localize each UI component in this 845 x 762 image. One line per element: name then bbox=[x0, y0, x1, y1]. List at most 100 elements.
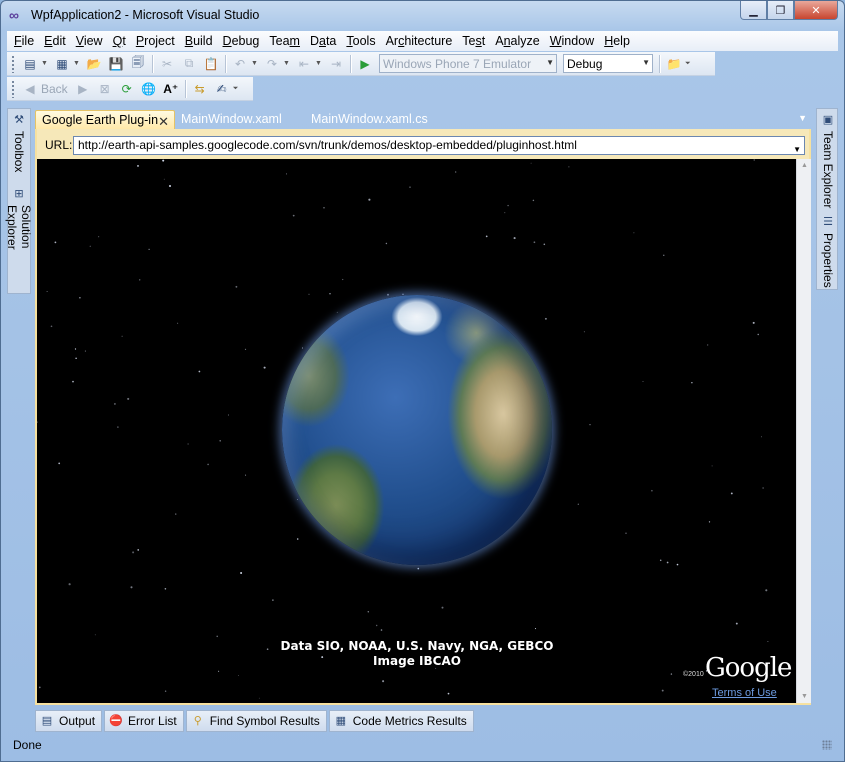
left-dock-rail: ⚒ Toolbox ⊞ Solution Explorer bbox=[5, 108, 33, 295]
menu-build[interactable]: Build bbox=[180, 31, 218, 51]
find-symbol-icon: ⚲ bbox=[193, 715, 202, 727]
google-earth-viewer[interactable]: Data SIO, NOAA, U.S. Navy, NGA, GEBCO Im… bbox=[37, 159, 796, 703]
new-project-icon[interactable]: ▤ bbox=[21, 55, 39, 73]
configuration-combo[interactable]: Debug ▼ bbox=[563, 54, 653, 73]
star bbox=[207, 463, 209, 466]
menu-data[interactable]: Data bbox=[305, 31, 341, 51]
credit-line-1: Data SIO, NOAA, U.S. Navy, NGA, GEBCO bbox=[280, 639, 554, 653]
active-files-dropdown-icon[interactable]: ▼ bbox=[798, 113, 807, 123]
tab-google-earth-plugin[interactable]: Google Earth Plug-in ✕ bbox=[35, 110, 175, 130]
vertical-scrollbar[interactable]: ▲ ▼ bbox=[796, 159, 811, 703]
tab-mainwindow-xaml-cs[interactable]: MainWindow.xaml.cs bbox=[305, 110, 434, 130]
find-in-files-icon[interactable]: 📁 bbox=[665, 55, 683, 73]
forward-arrow-icon[interactable]: ▶ bbox=[74, 80, 92, 98]
device-target-combo[interactable]: Windows Phone 7 Emulator ▼ bbox=[379, 54, 557, 73]
stop-icon[interactable]: ⊠ bbox=[96, 80, 114, 98]
sync-with-toc-icon[interactable]: ⇆ bbox=[191, 80, 209, 98]
star bbox=[530, 162, 532, 164]
scroll-down-icon[interactable]: ▼ bbox=[801, 693, 808, 700]
star bbox=[54, 241, 57, 244]
url-value: http://earth-api-samples.googlecode.com/… bbox=[78, 137, 577, 152]
refresh-icon[interactable]: ⟳ bbox=[118, 80, 136, 98]
save-icon[interactable]: 💾 bbox=[107, 55, 125, 73]
scroll-up-icon[interactable]: ▲ bbox=[801, 162, 808, 169]
toolbar-overflow-icon[interactable]: ⏷ bbox=[685, 60, 693, 68]
menu-architecture[interactable]: Architecture bbox=[381, 31, 458, 51]
chevron-down-icon[interactable]: ▼ bbox=[793, 141, 801, 158]
star bbox=[336, 311, 338, 313]
solution-explorer-tab[interactable]: ⊞ Solution Explorer bbox=[5, 183, 33, 295]
tab-mainwindow-xaml[interactable]: MainWindow.xaml bbox=[175, 110, 288, 130]
star bbox=[89, 245, 91, 247]
star bbox=[767, 640, 769, 643]
star bbox=[238, 675, 239, 676]
redo-icon[interactable]: ↷ bbox=[263, 55, 281, 73]
toolbar-grip[interactable] bbox=[11, 79, 15, 98]
undo-dropdown-icon[interactable]: ▼ bbox=[251, 60, 259, 67]
team-explorer-tab[interactable]: ▣ Team Explorer bbox=[817, 109, 839, 209]
title-bar[interactable]: ∞ WpfApplication2 - Microsoft Visual Stu… bbox=[1, 1, 844, 31]
star bbox=[543, 243, 546, 246]
font-size-icon[interactable]: A⁺ bbox=[162, 80, 180, 98]
redo-dropdown-icon[interactable]: ▼ bbox=[283, 60, 291, 67]
toolbar-overflow-icon[interactable]: ⏷ bbox=[233, 85, 241, 93]
menu-window[interactable]: Window bbox=[545, 31, 599, 51]
minimize-button[interactable]: ▁ bbox=[740, 1, 767, 20]
menu-qt[interactable]: Qt bbox=[108, 31, 131, 51]
add-item-dropdown-icon[interactable]: ▼ bbox=[73, 60, 81, 67]
save-all-icon[interactable]: 🗐 bbox=[129, 55, 147, 73]
navigate-dropdown-icon[interactable]: ▼ bbox=[315, 60, 323, 67]
menu-test[interactable]: Test bbox=[457, 31, 490, 51]
navigate-backward-icon[interactable]: ⇤ bbox=[295, 55, 313, 73]
toolbox-tab[interactable]: ⚒ Toolbox bbox=[8, 109, 30, 181]
star bbox=[417, 567, 420, 570]
star bbox=[368, 198, 371, 201]
resize-grip[interactable] bbox=[822, 740, 832, 750]
star bbox=[50, 325, 53, 328]
menu-file[interactable]: File bbox=[9, 31, 39, 51]
start-debugging-icon[interactable]: ▶ bbox=[356, 55, 374, 73]
navigate-forward-icon[interactable]: ⇥ bbox=[327, 55, 345, 73]
toolbar-grip[interactable] bbox=[11, 54, 15, 73]
star bbox=[121, 335, 123, 337]
menu-tools[interactable]: Tools bbox=[341, 31, 380, 51]
undo-icon[interactable]: ↶ bbox=[231, 55, 249, 73]
tab-error-list[interactable]: ⛔ Error List bbox=[104, 710, 184, 732]
add-item-icon[interactable]: ▦ bbox=[53, 55, 71, 73]
menu-edit[interactable]: Edit bbox=[39, 31, 71, 51]
earth-globe[interactable] bbox=[282, 295, 552, 565]
menu-debug[interactable]: Debug bbox=[218, 31, 265, 51]
menu-help[interactable]: Help bbox=[599, 31, 635, 51]
close-button[interactable]: ✕ bbox=[794, 1, 838, 20]
star bbox=[342, 278, 344, 281]
paste-icon[interactable]: 📋 bbox=[202, 55, 220, 73]
ask-question-icon[interactable]: ✍ bbox=[213, 80, 231, 98]
toolbox-icon: ⚒ bbox=[14, 114, 24, 126]
tab-code-metrics-results[interactable]: ▦ Code Metrics Results bbox=[328, 710, 474, 732]
tab-label: Google Earth Plug-in bbox=[42, 113, 159, 127]
star bbox=[148, 248, 150, 250]
star bbox=[75, 357, 77, 360]
tab-find-symbol-results[interactable]: ⚲ Find Symbol Results bbox=[185, 710, 327, 732]
terms-of-use-link[interactable]: Terms of Use bbox=[712, 687, 777, 699]
menu-team[interactable]: Team bbox=[264, 31, 305, 51]
new-project-dropdown-icon[interactable]: ▼ bbox=[41, 60, 49, 67]
menu-project[interactable]: Project bbox=[131, 31, 180, 51]
tab-output[interactable]: ▤ Output bbox=[35, 710, 103, 732]
copy-icon[interactable]: ⧉ bbox=[180, 55, 198, 73]
menu-view[interactable]: View bbox=[71, 31, 108, 51]
back-button-label[interactable]: Back bbox=[41, 82, 68, 96]
url-input[interactable]: http://earth-api-samples.googlecode.com/… bbox=[73, 135, 805, 158]
tab-label: Code Metrics Results bbox=[352, 714, 467, 728]
star bbox=[137, 549, 140, 551]
open-file-icon[interactable]: 📂 bbox=[85, 55, 103, 73]
standard-toolbar: ▤ ▼ ▦ ▼ 📂 💾 🗐 ✂ ⧉ 📋 ↶ ▼ ↷ ▼ ⇤ ▼ ⇥ ▶ Windows P… bbox=[7, 52, 715, 76]
star bbox=[177, 322, 179, 324]
tab-label: Error List bbox=[128, 714, 177, 728]
back-arrow-icon[interactable]: ◀ bbox=[21, 80, 39, 98]
cut-icon[interactable]: ✂ bbox=[158, 55, 176, 73]
menu-analyze[interactable]: Analyze bbox=[490, 31, 544, 51]
properties-tab[interactable]: ☰ Properties bbox=[817, 211, 839, 291]
home-globe-icon[interactable]: 🌐 bbox=[140, 80, 158, 98]
maximize-button[interactable]: ❐ bbox=[767, 1, 794, 20]
